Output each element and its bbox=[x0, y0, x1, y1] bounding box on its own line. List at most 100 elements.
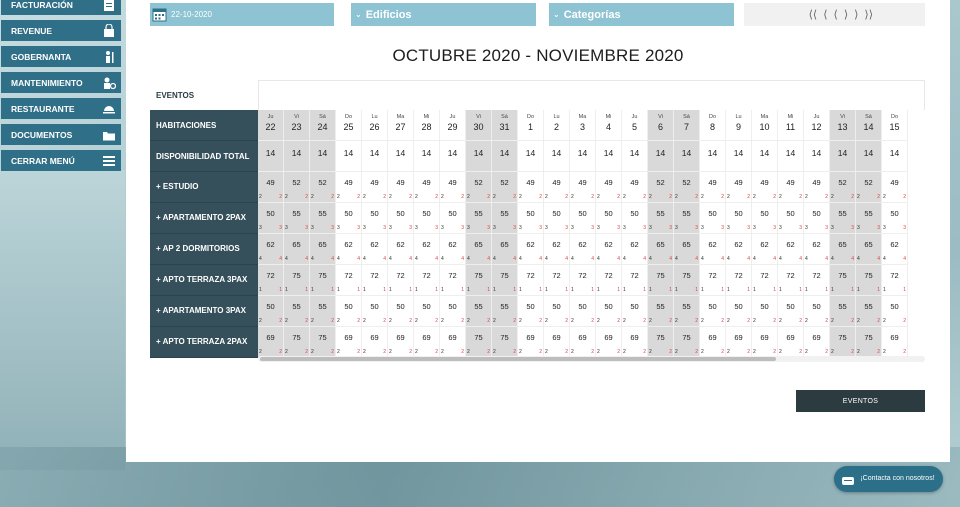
price-cell[interactable]: 50 3 3 bbox=[440, 203, 466, 234]
price-cell[interactable]: 55 3 3 bbox=[310, 203, 336, 234]
price-cell[interactable]: 65 4 4 bbox=[466, 234, 492, 265]
horizontal-scrollbar[interactable] bbox=[258, 356, 925, 362]
price-cell[interactable]: 50 2 2 bbox=[622, 296, 648, 327]
price-cell[interactable]: 69 2 2 bbox=[570, 327, 596, 358]
price-cell[interactable]: 50 2 2 bbox=[362, 296, 388, 327]
price-cell[interactable]: 72 1 1 bbox=[882, 265, 908, 296]
events-track[interactable] bbox=[258, 80, 925, 110]
price-cell[interactable]: 62 4 4 bbox=[388, 234, 414, 265]
price-cell[interactable]: 50 2 2 bbox=[596, 296, 622, 327]
price-cell[interactable]: 50 3 3 bbox=[362, 203, 388, 234]
sidebar-item-documentos[interactable]: DOCUMENTOS bbox=[1, 124, 121, 145]
price-cell[interactable]: 50 2 2 bbox=[336, 296, 362, 327]
price-cell[interactable]: 49 2 2 bbox=[726, 172, 752, 203]
price-cell[interactable]: 50 2 2 bbox=[804, 296, 830, 327]
price-cell[interactable]: 50 2 2 bbox=[544, 296, 570, 327]
price-cell[interactable]: 50 3 3 bbox=[882, 203, 908, 234]
price-cell[interactable]: 75 2 2 bbox=[830, 327, 856, 358]
price-cell[interactable]: 50 3 3 bbox=[414, 203, 440, 234]
price-cell[interactable]: 72 1 1 bbox=[440, 265, 466, 296]
price-cell[interactable]: 49 2 2 bbox=[440, 172, 466, 203]
price-cell[interactable]: 65 4 4 bbox=[856, 234, 882, 265]
sidebar-item-restaurante[interactable]: RESTAURANTE bbox=[1, 98, 121, 119]
price-cell[interactable]: 49 2 2 bbox=[544, 172, 570, 203]
price-cell[interactable]: 62 4 4 bbox=[700, 234, 726, 265]
price-cell[interactable]: 49 2 2 bbox=[752, 172, 778, 203]
price-cell[interactable]: 50 3 3 bbox=[804, 203, 830, 234]
date-picker[interactable]: 22-10-2020 bbox=[150, 3, 334, 26]
price-cell[interactable]: 72 1 1 bbox=[336, 265, 362, 296]
price-cell[interactable]: 75 1 1 bbox=[856, 265, 882, 296]
price-cell[interactable]: 50 2 2 bbox=[726, 296, 752, 327]
price-cell[interactable]: 50 3 3 bbox=[752, 203, 778, 234]
contact-button[interactable]: ¡Contacta con nosotros! bbox=[834, 466, 943, 492]
scrollbar-thumb[interactable] bbox=[260, 357, 776, 361]
price-cell[interactable]: 52 2 2 bbox=[830, 172, 856, 203]
price-cell[interactable]: 62 4 4 bbox=[778, 234, 804, 265]
price-cell[interactable]: 50 3 3 bbox=[622, 203, 648, 234]
chevron-left-icon[interactable]: ⟨ bbox=[823, 8, 827, 21]
category-label[interactable]: + APARTAMENTO 3PAX bbox=[150, 296, 258, 327]
price-cell[interactable]: 75 2 2 bbox=[466, 327, 492, 358]
price-cell[interactable]: 72 1 1 bbox=[726, 265, 752, 296]
price-cell[interactable]: 62 4 4 bbox=[882, 234, 908, 265]
price-cell[interactable]: 75 2 2 bbox=[674, 327, 700, 358]
category-label[interactable]: + APTO TERRAZA 2PAX bbox=[150, 327, 258, 358]
price-cell[interactable]: 62 4 4 bbox=[336, 234, 362, 265]
price-cell[interactable]: 49 2 2 bbox=[778, 172, 804, 203]
sidebar-item-cerrar-menu[interactable]: CERRAR MENÚ bbox=[1, 150, 121, 171]
price-cell[interactable]: 75 2 2 bbox=[310, 327, 336, 358]
price-cell[interactable]: 50 2 2 bbox=[570, 296, 596, 327]
price-cell[interactable]: 75 1 1 bbox=[674, 265, 700, 296]
price-cell[interactable]: 62 4 4 bbox=[726, 234, 752, 265]
eventos-button[interactable]: EVENTOS bbox=[796, 390, 925, 412]
price-cell[interactable]: 62 4 4 bbox=[414, 234, 440, 265]
double-chevron-left-icon[interactable]: ⟨⟨ bbox=[809, 8, 818, 21]
price-cell[interactable]: 50 3 3 bbox=[544, 203, 570, 234]
price-cell[interactable]: 50 2 2 bbox=[414, 296, 440, 327]
price-cell[interactable]: 49 2 2 bbox=[362, 172, 388, 203]
price-cell[interactable]: 72 1 1 bbox=[258, 265, 284, 296]
price-cell[interactable]: 50 3 3 bbox=[778, 203, 804, 234]
price-cell[interactable]: 55 2 2 bbox=[310, 296, 336, 327]
price-cell[interactable]: 55 2 2 bbox=[674, 296, 700, 327]
price-cell[interactable]: 52 2 2 bbox=[466, 172, 492, 203]
price-cell[interactable]: 62 4 4 bbox=[752, 234, 778, 265]
price-cell[interactable]: 50 2 2 bbox=[518, 296, 544, 327]
price-cell[interactable]: 62 4 4 bbox=[258, 234, 284, 265]
price-cell[interactable]: 49 2 2 bbox=[804, 172, 830, 203]
category-label[interactable]: + ESTUDIO bbox=[150, 172, 258, 203]
price-cell[interactable]: 69 2 2 bbox=[778, 327, 804, 358]
price-cell[interactable]: 65 4 4 bbox=[284, 234, 310, 265]
price-cell[interactable]: 75 1 1 bbox=[284, 265, 310, 296]
price-cell[interactable]: 55 3 3 bbox=[830, 203, 856, 234]
chevron-right-icon[interactable]: ⟩ bbox=[854, 8, 858, 21]
price-cell[interactable]: 75 2 2 bbox=[492, 327, 518, 358]
price-cell[interactable]: 50 3 3 bbox=[388, 203, 414, 234]
sidebar-item-facturacion[interactable]: FACTURACIÓN bbox=[1, 0, 121, 15]
price-cell[interactable]: 52 2 2 bbox=[310, 172, 336, 203]
price-cell[interactable]: 69 2 2 bbox=[518, 327, 544, 358]
price-cell[interactable]: 65 4 4 bbox=[492, 234, 518, 265]
price-cell[interactable]: 62 4 4 bbox=[544, 234, 570, 265]
price-cell[interactable]: 75 1 1 bbox=[466, 265, 492, 296]
price-cell[interactable]: 62 4 4 bbox=[570, 234, 596, 265]
category-label[interactable]: + AP 2 DORMITORIOS bbox=[150, 234, 258, 265]
price-cell[interactable]: 69 2 2 bbox=[414, 327, 440, 358]
price-cell[interactable]: 50 2 2 bbox=[700, 296, 726, 327]
price-cell[interactable]: 50 2 2 bbox=[752, 296, 778, 327]
price-cell[interactable]: 55 2 2 bbox=[830, 296, 856, 327]
price-cell[interactable]: 55 2 2 bbox=[856, 296, 882, 327]
price-cell[interactable]: 65 4 4 bbox=[648, 234, 674, 265]
price-cell[interactable]: 62 4 4 bbox=[622, 234, 648, 265]
price-cell[interactable]: 75 1 1 bbox=[648, 265, 674, 296]
price-cell[interactable]: 50 3 3 bbox=[336, 203, 362, 234]
price-cell[interactable]: 49 2 2 bbox=[700, 172, 726, 203]
price-cell[interactable]: 65 4 4 bbox=[674, 234, 700, 265]
price-cell[interactable]: 55 2 2 bbox=[648, 296, 674, 327]
price-cell[interactable]: 62 4 4 bbox=[518, 234, 544, 265]
price-cell[interactable]: 62 4 4 bbox=[440, 234, 466, 265]
price-cell[interactable]: 55 3 3 bbox=[674, 203, 700, 234]
price-cell[interactable]: 72 1 1 bbox=[518, 265, 544, 296]
price-cell[interactable]: 55 3 3 bbox=[284, 203, 310, 234]
